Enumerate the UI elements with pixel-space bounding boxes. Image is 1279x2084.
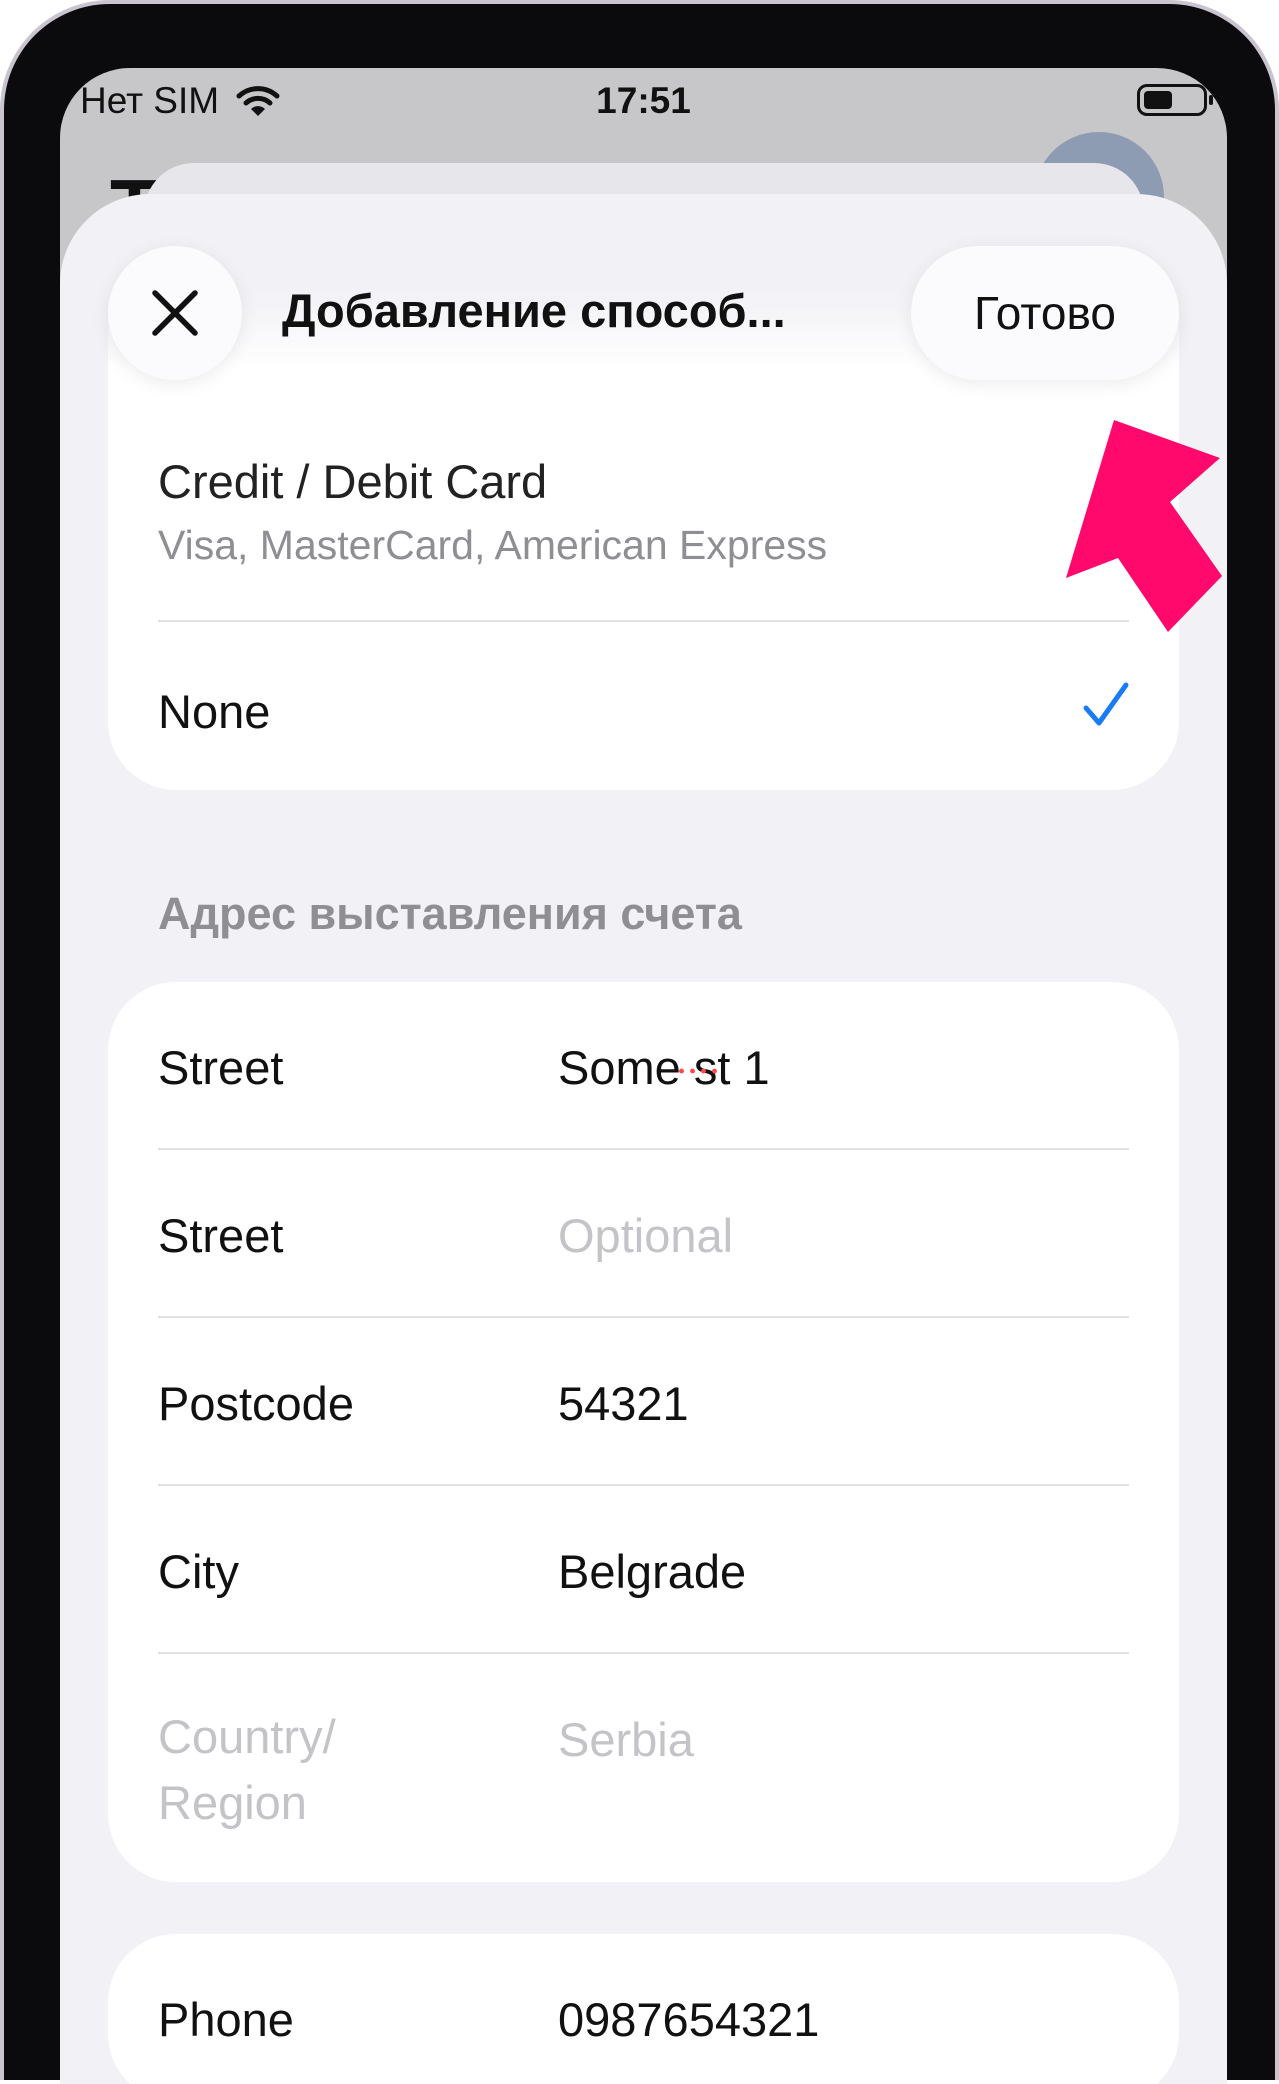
street-input[interactable]: Some st 1 <box>558 1040 770 1095</box>
card-option-subtitle: Visa, MasterCard, American Express <box>158 522 828 568</box>
billing-address-card: Street Some st 1 Street Optional Postcod… <box>108 982 1179 1882</box>
spellcheck-underline <box>676 1068 720 1074</box>
billing-section-title: Адрес выставления счета <box>158 888 742 939</box>
card-option-title[interactable]: Credit / Debit Card <box>158 454 547 509</box>
postcode-row[interactable]: Postcode 54321 <box>108 1318 1179 1486</box>
street2-row[interactable]: Street Optional <box>108 1150 1179 1318</box>
city-row[interactable]: City Belgrade <box>108 1486 1179 1654</box>
phone-input[interactable]: 0987654321 <box>558 1992 819 2047</box>
option-none[interactable]: None <box>158 684 270 739</box>
postcode-input[interactable]: 54321 <box>558 1376 689 1431</box>
close-button[interactable] <box>108 246 242 380</box>
pointer-arrow-icon <box>1066 420 1222 632</box>
close-icon <box>152 290 198 336</box>
phone-label: Phone <box>158 1993 294 2046</box>
postcode-label: Postcode <box>158 1377 354 1430</box>
divider <box>158 620 1129 622</box>
done-button[interactable]: Готово <box>911 246 1179 380</box>
clock: 17:51 <box>596 80 691 121</box>
city-label: City <box>158 1545 239 1598</box>
street-label: Street <box>158 1041 284 1094</box>
phone-card: Phone 0987654321 <box>108 1934 1179 2084</box>
device-frame: Нет SIM 17:51 T Credit / Debit Card Visa… <box>0 0 1279 2084</box>
street-row[interactable]: Street Some st 1 <box>108 982 1179 1150</box>
battery-icon <box>1137 84 1213 116</box>
checkmark-icon <box>1081 680 1131 735</box>
city-input[interactable]: Belgrade <box>558 1544 746 1599</box>
country-label: Country/ Region <box>158 1710 336 1829</box>
country-value[interactable]: Serbia <box>558 1712 694 1767</box>
street2-label: Street <box>158 1209 284 1262</box>
country-row[interactable]: Country/ Region Serbia <box>108 1654 1179 1882</box>
street2-input-placeholder[interactable]: Optional <box>558 1208 733 1263</box>
payment-method-card: Credit / Debit Card Visa, MasterCard, Am… <box>108 288 1179 790</box>
screen: Нет SIM 17:51 T Credit / Debit Card Visa… <box>60 68 1227 2084</box>
sheet-title: Добавление способ... <box>282 284 786 337</box>
